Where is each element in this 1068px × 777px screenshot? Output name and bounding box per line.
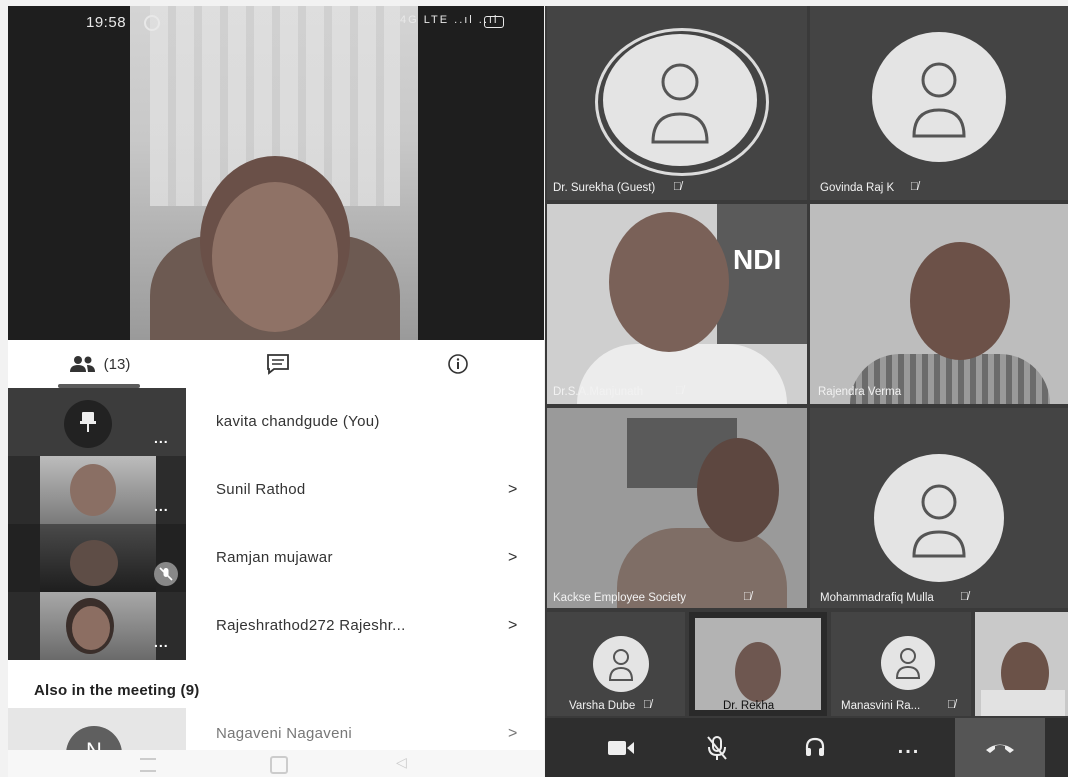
video-tile[interactable]: Varsha Dube 🎙̸ xyxy=(547,612,685,716)
person-icon xyxy=(608,649,634,681)
avatar xyxy=(874,454,1004,582)
video-tile[interactable]: Manasvini Ra... 🎙̸ xyxy=(831,612,971,716)
self-video-image xyxy=(130,6,418,340)
person-icon xyxy=(895,648,921,679)
participant-name: Dr.S.A.Manjunath xyxy=(553,386,644,398)
menu-icon[interactable] xyxy=(140,758,156,772)
banner-text: NDI xyxy=(733,244,782,275)
participant-thumbnail: ... xyxy=(8,592,186,660)
video-tile[interactable]: Rajendra Verma xyxy=(810,204,1068,404)
tab-participants[interactable]: (13) xyxy=(44,340,154,388)
info-icon xyxy=(448,354,468,374)
participant-name: Dr. Rekha xyxy=(723,700,775,712)
participant-row[interactable]: Ramjan mujawar > xyxy=(8,524,544,592)
participant-name: Dr. Surekha (Guest) xyxy=(553,182,656,194)
mic-off-icon xyxy=(707,735,727,760)
chevron-right-icon[interactable]: > xyxy=(508,524,517,592)
avatar xyxy=(70,464,116,516)
avatar xyxy=(881,636,935,690)
mic-off-icon: 🎙̸ xyxy=(643,699,652,711)
participant-row[interactable]: ... kavita chandgude (You) xyxy=(8,388,544,456)
chat-icon xyxy=(267,354,289,375)
participant-name: Rajeshrathod272 Rajeshr... xyxy=(216,617,406,634)
participant-name: Rajendra Verma xyxy=(818,386,902,398)
clock: 19:58 xyxy=(86,14,127,31)
more-options-icon[interactable]: ... xyxy=(869,718,949,777)
participant-thumbnail: ... xyxy=(8,456,186,524)
mic-off-icon: 🎙̸ xyxy=(675,385,684,397)
video-tile[interactable]: Mohammadrafiq Mulla 🎙̸ xyxy=(810,408,1068,608)
self-preview-tile[interactable] xyxy=(975,612,1068,716)
avatar xyxy=(697,438,779,542)
tab-info[interactable] xyxy=(408,340,508,388)
avatar xyxy=(735,642,781,702)
video-tile[interactable]: Dr. Rekha xyxy=(689,612,827,716)
avatar xyxy=(593,636,649,692)
chevron-right-icon[interactable]: > xyxy=(508,714,517,754)
person-icon xyxy=(912,62,966,138)
more-options-icon[interactable]: ... xyxy=(154,634,169,650)
battery-icon xyxy=(484,16,504,28)
self-video-view: 19:58 4G LTE ..ıl ..ıl xyxy=(8,6,544,340)
video-camera-icon xyxy=(608,740,634,755)
avatar xyxy=(70,540,118,586)
participant-name: Sunil Rathod xyxy=(216,481,306,498)
participant-row[interactable]: ... Sunil Rathod > xyxy=(8,456,544,524)
mic-off-icon xyxy=(154,562,178,586)
participant-row[interactable]: ... Rajeshrathod272 Rajeshr... > xyxy=(8,592,544,660)
audio-button[interactable] xyxy=(775,718,855,777)
chevron-right-icon[interactable]: > xyxy=(508,456,517,524)
mic-off-icon: 🎙̸ xyxy=(743,591,752,603)
status-bar: 19:58 4G LTE ..ıl ..ıl xyxy=(8,6,544,36)
phone-meeting-screen: 19:58 4G LTE ..ıl ..ıl (13) ... kavita c… xyxy=(8,6,544,777)
phone-hangup-icon xyxy=(986,744,1014,753)
participant-name: Manasvini Ra... xyxy=(841,700,921,712)
avatar xyxy=(910,242,1010,360)
tab-chat[interactable] xyxy=(228,340,328,388)
people-icon xyxy=(69,356,95,372)
participant-name: Kackse Employee Society xyxy=(553,592,686,604)
more-options-icon[interactable]: ... xyxy=(154,498,169,514)
chevron-right-icon[interactable]: > xyxy=(508,592,517,660)
person-icon xyxy=(651,63,709,144)
camera-button[interactable] xyxy=(581,718,661,777)
participant-name: Ramjan mujawar xyxy=(216,549,333,566)
home-icon[interactable] xyxy=(270,756,288,774)
mic-off-icon: 🎙̸ xyxy=(910,181,919,193)
back-icon[interactable]: ◁ xyxy=(396,754,407,771)
video-tile[interactable]: Dr. Surekha (Guest) 🎙̸ xyxy=(547,6,807,200)
avatar xyxy=(72,606,110,650)
participant-name: Mohammadrafiq Mulla xyxy=(820,592,934,604)
video-tile[interactable]: Kackse Employee Society 🎙̸ xyxy=(547,408,807,608)
video-tile[interactable]: NDI Dr.S.A.Manjunath 🎙̸ xyxy=(547,204,807,404)
android-nav-bar: ◁ xyxy=(8,750,544,777)
participant-name: kavita chandgude (You) xyxy=(216,413,380,430)
video-tile[interactable]: Govinda Raj K 🎙̸ xyxy=(810,6,1068,200)
headset-icon xyxy=(805,737,825,756)
participant-thumbnail: ... xyxy=(8,388,186,456)
hang-up-button[interactable] xyxy=(955,718,1045,777)
whatsapp-icon xyxy=(144,15,160,31)
avatar xyxy=(603,34,757,166)
section-title: Also in the meeting (9) xyxy=(34,682,200,699)
participant-name: Govinda Raj K xyxy=(820,182,895,194)
participant-name: Nagaveni Nagaveni xyxy=(216,725,353,742)
mic-off-icon: 🎙̸ xyxy=(960,591,969,603)
pin-icon xyxy=(80,412,96,432)
video-grid-screen: Dr. Surekha (Guest) 🎙̸ Govinda Raj K 🎙̸ … xyxy=(545,6,1068,777)
mute-button[interactable] xyxy=(677,718,757,777)
participant-count: (13) xyxy=(103,355,131,373)
avatar xyxy=(609,212,729,352)
mic-off-icon: 🎙̸ xyxy=(673,181,682,193)
person-icon xyxy=(912,484,966,558)
avatar xyxy=(872,32,1006,162)
meeting-tabs: (13) xyxy=(8,340,544,390)
more-options-icon[interactable]: ... xyxy=(154,430,169,446)
participant-thumbnail xyxy=(8,524,186,592)
call-toolbar: ... xyxy=(545,718,1068,777)
mic-off-icon: 🎙̸ xyxy=(947,699,956,711)
participant-name: Varsha Dube xyxy=(569,700,636,712)
